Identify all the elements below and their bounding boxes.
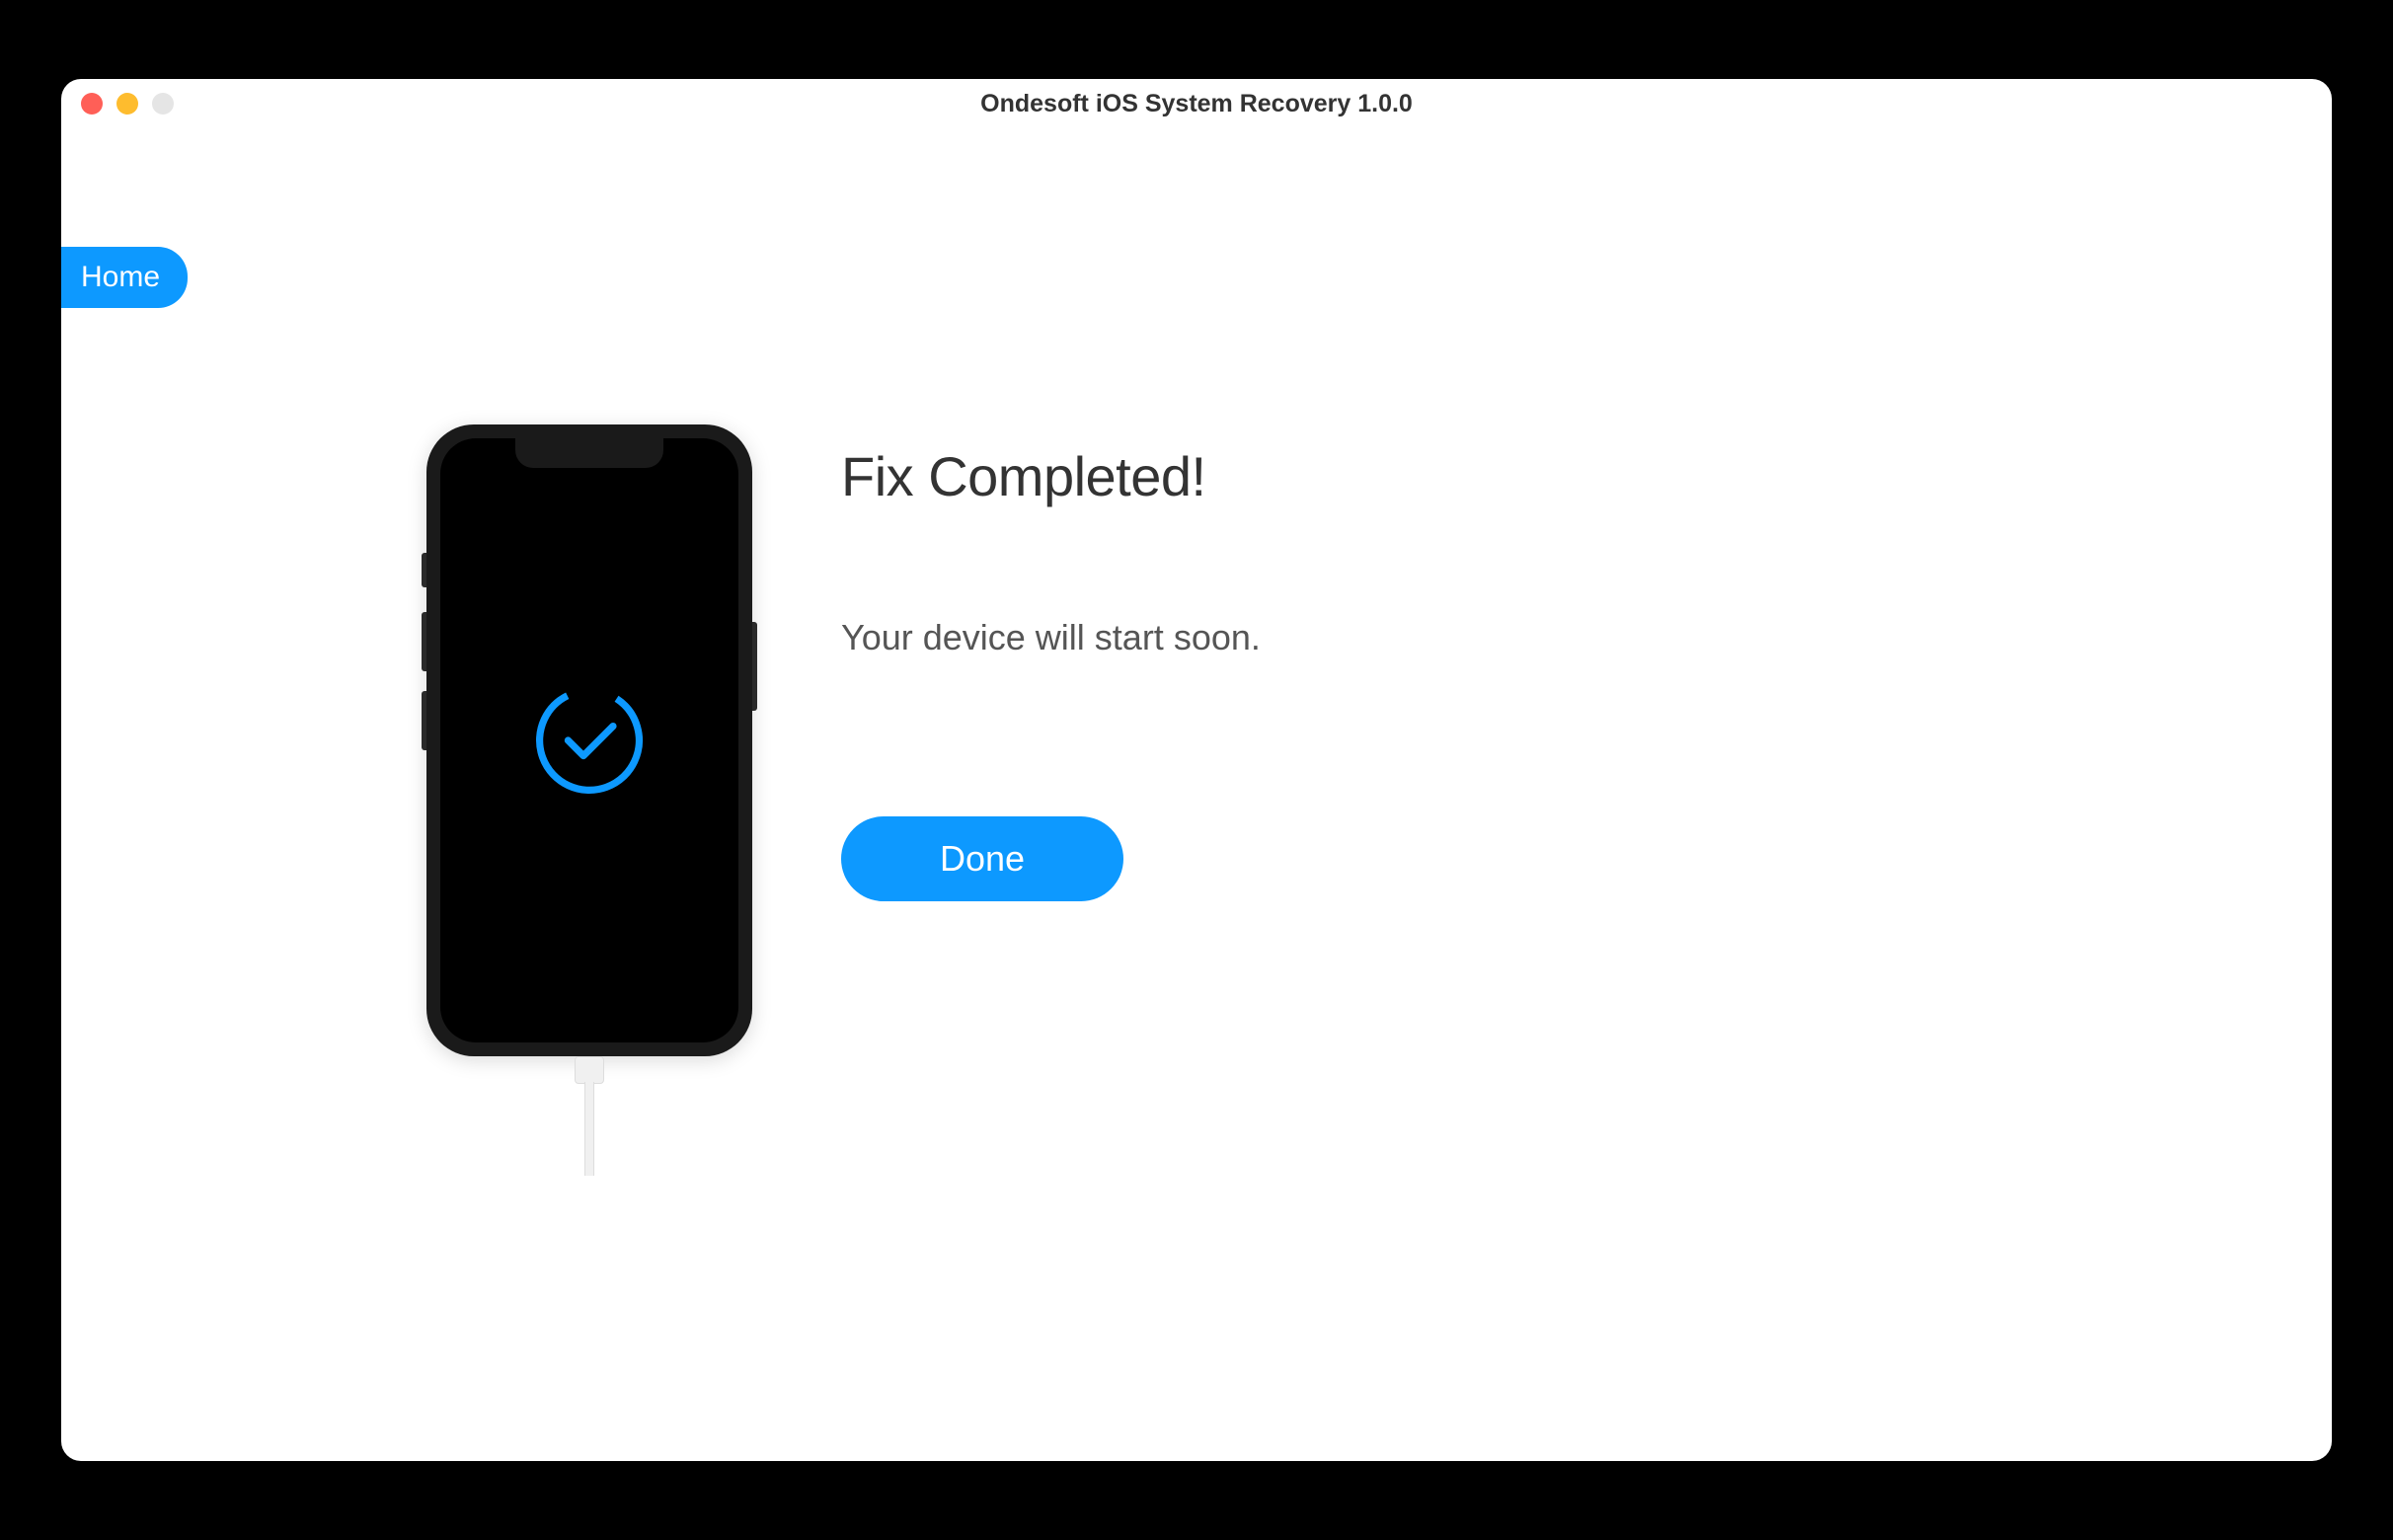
home-button-label: Home bbox=[81, 261, 160, 293]
status-subtext: Your device will start soon. bbox=[841, 617, 1261, 658]
phone-screen bbox=[440, 438, 738, 1042]
maximize-window-button[interactable] bbox=[152, 93, 174, 115]
phone-side-button bbox=[752, 622, 757, 711]
titlebar: Ondesoft iOS System Recovery 1.0.0 bbox=[61, 79, 2332, 128]
app-window: Ondesoft iOS System Recovery 1.0.0 Home bbox=[61, 79, 2332, 1461]
checkmark-circle-icon bbox=[530, 681, 649, 800]
phone-notch bbox=[515, 438, 663, 468]
window-title: Ondesoft iOS System Recovery 1.0.0 bbox=[980, 90, 1413, 118]
device-illustration bbox=[426, 424, 752, 1175]
phone-side-button bbox=[422, 612, 426, 671]
usb-cable-icon bbox=[578, 1056, 601, 1175]
traffic-lights bbox=[81, 93, 174, 115]
close-window-button[interactable] bbox=[81, 93, 103, 115]
status-heading: Fix Completed! bbox=[841, 444, 1261, 508]
home-button[interactable]: Home bbox=[61, 247, 188, 308]
main-content: Fix Completed! Your device will start so… bbox=[61, 128, 2332, 1175]
done-button[interactable]: Done bbox=[841, 816, 1123, 901]
info-panel: Fix Completed! Your device will start so… bbox=[841, 424, 1261, 901]
phone-side-button bbox=[422, 691, 426, 750]
minimize-window-button[interactable] bbox=[116, 93, 138, 115]
phone-side-button bbox=[422, 553, 426, 587]
done-button-label: Done bbox=[940, 838, 1025, 879]
phone-frame bbox=[426, 424, 752, 1056]
